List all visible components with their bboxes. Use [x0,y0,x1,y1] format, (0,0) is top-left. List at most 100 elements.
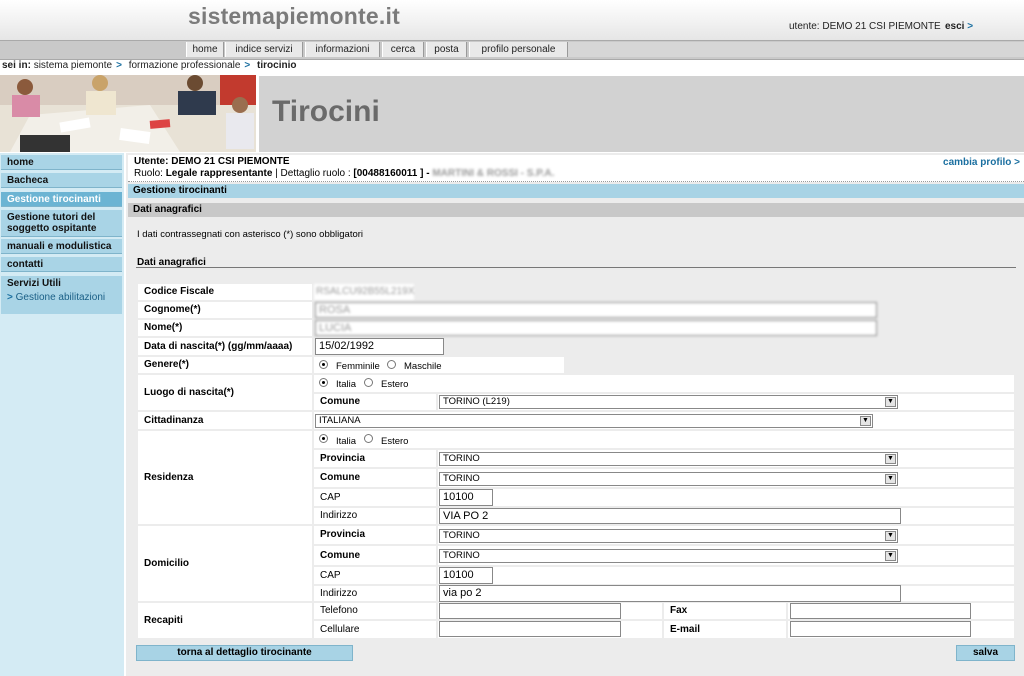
residenza-comune-select[interactable]: TORINO ▼ [439,472,898,486]
cittadinanza-value: ITALIANA [319,415,361,426]
breadcrumb-item[interactable]: formazione professionale [129,60,241,71]
residenza-cap-field[interactable]: 10100 [439,489,493,506]
nascita-comune-value: TORINO (L219) [443,396,510,407]
user-info-box: Utente: DEMO 21 CSI PIEMONTE Ruolo: Lega… [128,155,1024,182]
cellulare-field[interactable] [439,621,621,637]
chevron-down-icon: ▼ [885,531,896,541]
nome-field[interactable]: LUCIA [315,320,877,336]
nascita-comune-label: Comune [314,394,436,410]
cognome-label: Cognome(*) [138,302,312,318]
sidebar-item-gestione-abilitazioni[interactable]: > Gestione abilitazioni [7,292,122,303]
chevron-right-icon: > [7,292,13,303]
save-button[interactable]: salva [956,645,1015,661]
gestione-abilitazioni-label[interactable]: Gestione abilitazioni [16,292,106,303]
section-dati-anagrafici: Dati anagrafici [128,203,1024,217]
menu-filler [568,42,1024,57]
domicilio-comune-label: Comune [314,546,436,565]
residenza-label: Residenza [138,431,312,524]
residenza-italia-label: Italia [336,436,357,447]
luogo-nascita-label: Luogo di nascita(*) [138,375,312,410]
subtitle-divider [136,267,1016,268]
domicilio-provincia-select[interactable]: TORINO ▼ [439,529,898,543]
domicilio-cap-cell [438,567,1014,584]
user-name: DEMO 21 CSI PIEMONTE [822,21,941,32]
logout-link[interactable]: esci > [945,21,973,32]
nascita-estero-label: Estero [381,379,409,390]
domicilio-cap-field[interactable]: 10100 [439,567,493,584]
user-info-name: Utente: DEMO 21 CSI PIEMONTE [134,156,290,167]
chevron-down-icon: ▼ [860,416,871,426]
site-logo[interactable]: sistemapiemonte.it [188,3,400,30]
back-to-detail-button[interactable]: torna al dettaglio tirocinante [136,645,353,661]
residenza-indirizzo-label: Indirizzo [314,508,436,524]
cellulare-label: Cellulare [314,621,436,638]
codice-fiscale-value: RSALCU92B55L219X [314,284,414,300]
genere-options: Femminile Maschile [314,357,564,373]
fax-label: Fax [664,603,786,619]
sidebar-servizi-utili: Servizi Utili > Gestione abilitazioni [1,276,122,314]
recapiti-label: Recapiti [138,603,312,638]
cognome-field[interactable]: ROSA [315,302,877,318]
fax-field[interactable] [790,603,971,619]
residenza-options: Italia Estero [314,431,1014,448]
telefono-label: Telefono [314,603,436,619]
user-label: utente: [789,21,820,32]
chevron-down-icon: ▼ [885,454,896,464]
domicilio-provincia-label: Provincia [314,526,436,544]
cittadinanza-select[interactable]: ITALIANA ▼ [315,414,873,428]
nascita-italia-label: Italia [336,379,357,390]
sidebar: home Bacheca Gestione tirocinanti Gestio… [0,153,124,676]
data-nascita-label: Data di nascita(*) (gg/mm/aaaa) [138,338,312,355]
nascita-comune-select[interactable]: TORINO (L219) ▼ [439,395,898,409]
residenza-provincia-select[interactable]: TORINO ▼ [439,452,898,466]
menu-informazioni[interactable]: informazioni [305,42,380,57]
top-menu: home indice servizi informazioni cerca p… [0,40,1024,60]
breadcrumb-prefix: sei in: [2,60,31,71]
role-prefix: Ruolo: [134,168,166,179]
user-info-role: Ruolo: Legale rappresentante | Dettaglio… [134,168,554,179]
sidebar-item-manuali[interactable]: manuali e modulistica [1,239,122,254]
menu-cerca[interactable]: cerca [382,42,424,57]
genere-maschile-radio[interactable] [387,360,396,369]
sidebar-item-gestione-tutori[interactable]: Gestione tutori del soggetto ospitante [1,210,122,237]
residenza-estero-radio[interactable] [364,434,373,443]
domicilio-label: Domicilio [138,526,312,601]
role-value: Legale rappresentante [165,168,273,179]
logout-label[interactable]: esci [945,21,964,32]
sidebar-item-contatti[interactable]: contatti [1,257,122,272]
email-field[interactable] [790,621,971,637]
genere-femminile-radio[interactable] [319,360,328,369]
domicilio-provincia-value: TORINO [443,530,480,541]
cittadinanza-label: Cittadinanza [138,412,312,429]
role-detail-label: | Dettaglio ruolo : [272,168,354,179]
menu-home[interactable]: home [186,42,224,57]
domicilio-comune-value: TORINO [443,550,480,561]
chevron-down-icon: ▼ [885,397,896,407]
genere-maschile-label: Maschile [404,361,442,372]
residenza-estero-label: Estero [381,436,409,447]
genere-femminile-label: Femminile [336,361,380,372]
menu-profilo-personale[interactable]: profilo personale [469,42,568,57]
breadcrumb-current: tirocinio [257,60,297,71]
change-profile-link[interactable]: cambia profilo > [943,157,1020,168]
breadcrumb-sep-icon: > [244,60,251,71]
residenza-indirizzo-field[interactable]: VIA PO 2 [439,508,901,524]
breadcrumb-item[interactable]: sistema piemonte [34,60,112,71]
data-nascita-field[interactable]: 15/02/1992 [315,338,444,355]
domicilio-indirizzo-field[interactable]: via po 2 [439,585,901,602]
menu-posta[interactable]: posta [426,42,467,57]
chevron-down-icon: ▼ [885,551,896,561]
residenza-comune-label: Comune [314,469,436,487]
sidebar-item-gestione-tirocinanti[interactable]: Gestione tirocinanti [1,192,122,207]
residenza-italia-radio[interactable] [319,434,328,443]
sidebar-item-bacheca[interactable]: Bacheca [1,173,122,188]
nascita-italia-radio[interactable] [319,378,328,387]
logout-arrow-icon: > [967,21,974,32]
residenza-cap-label: CAP [314,489,436,506]
sidebar-item-home[interactable]: home [1,155,122,170]
domicilio-comune-select[interactable]: TORINO ▼ [439,549,898,563]
telefono-field[interactable] [439,603,621,619]
nascita-estero-radio[interactable] [364,378,373,387]
breadcrumb: sei in: sistema piemonte > formazione pro… [2,60,297,71]
menu-indice-servizi[interactable]: indice servizi [225,42,303,57]
